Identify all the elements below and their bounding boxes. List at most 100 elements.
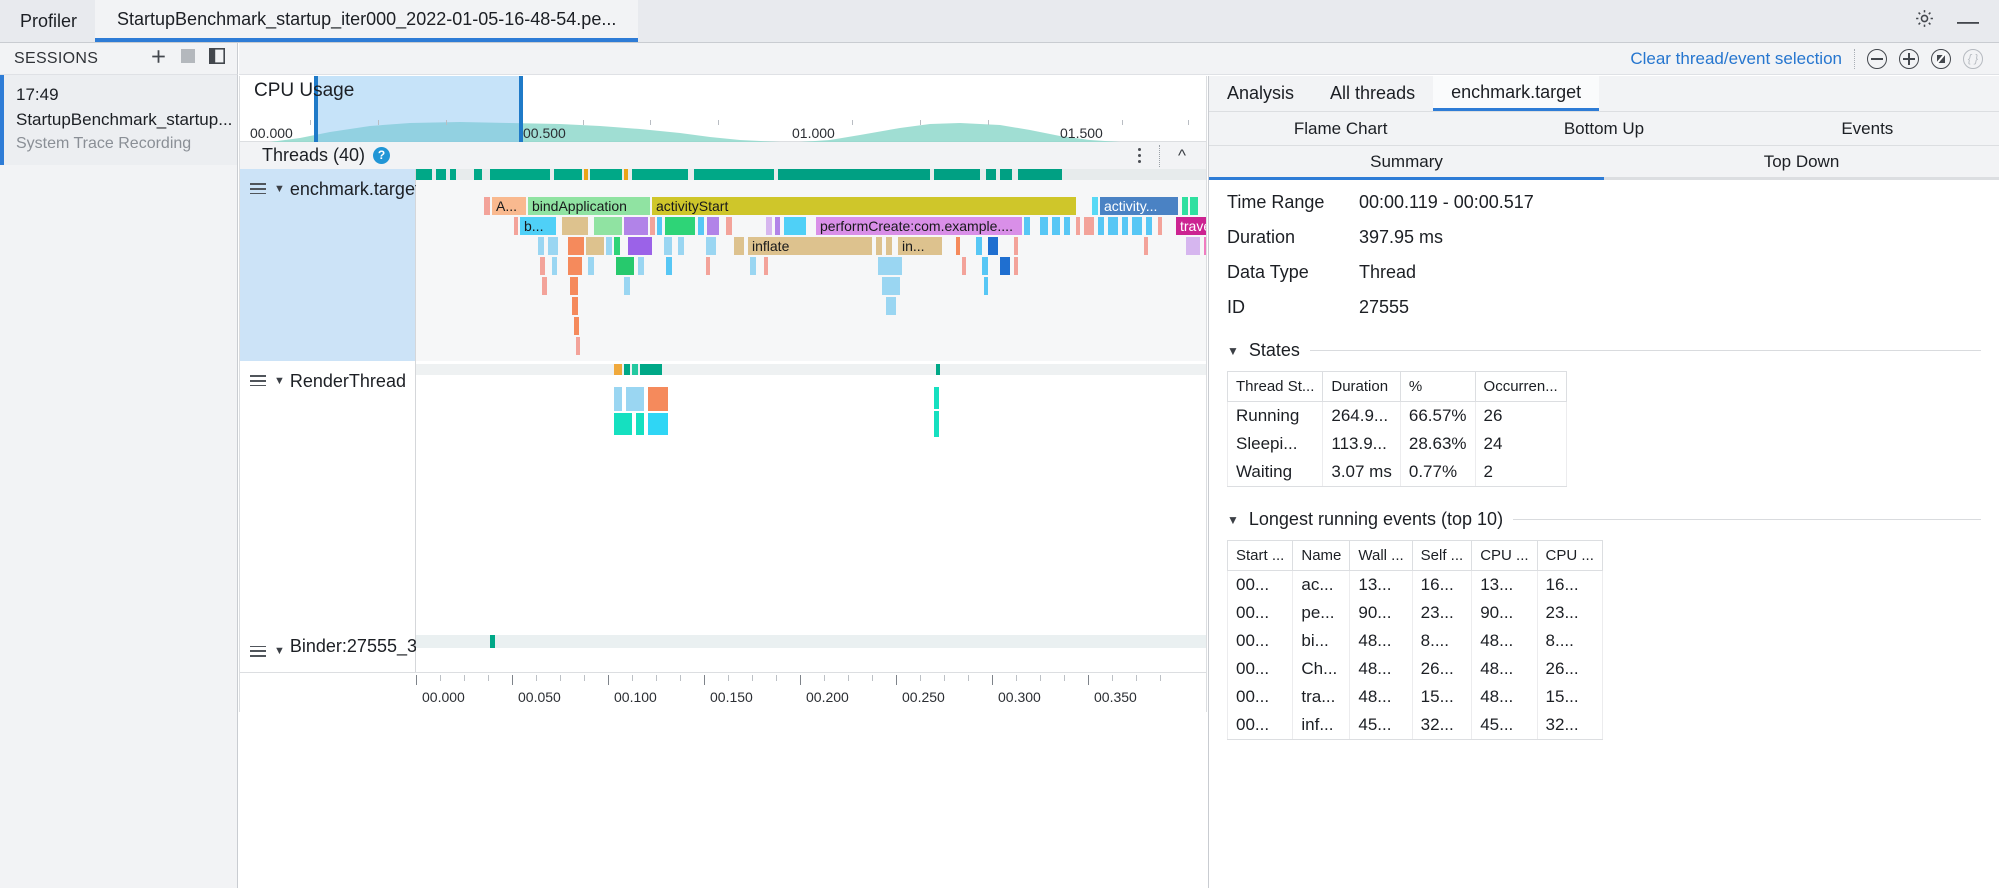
detail-subtab-bar-2: Summary Top Down: [1209, 146, 1999, 180]
cpu-usage-panel[interactable]: CPU Usage 00.000 00.500 01.000 01.500: [239, 76, 1207, 142]
states-table[interactable]: Thread St... Duration % Occurren... Runn…: [1227, 371, 1567, 487]
reset-zoom-icon[interactable]: [1931, 49, 1951, 69]
sessions-list: 17:49 StartupBenchmark_startup... System…: [0, 75, 238, 888]
thread-state-band: [416, 364, 1206, 375]
states-col-occurrences[interactable]: Occurren...: [1475, 372, 1566, 402]
flame-bar[interactable]: b...: [520, 217, 556, 235]
add-session-icon[interactable]: [150, 48, 167, 70]
flame-bar[interactable]: performCreate:com.example....: [816, 217, 1022, 235]
summary-time-range-row: Time Range 00:00.119 - 00:00.517: [1227, 192, 1981, 213]
table-row[interactable]: 00... tra... 48... 15... 48... 15...: [1228, 683, 1603, 711]
flame-bar[interactable]: inflate: [748, 237, 872, 255]
tab-profiler[interactable]: Profiler: [0, 0, 95, 42]
thread-row-enchmark-target[interactable]: ▼ enchmark.target: [240, 169, 1206, 361]
thread-name-label: enchmark.target: [290, 179, 420, 200]
session-item[interactable]: 17:49 StartupBenchmark_startup... System…: [0, 75, 237, 165]
thread-track[interactable]: A... bindApplication activityStart activ…: [416, 169, 1206, 361]
threads-track-area[interactable]: ▼ enchmark.target: [239, 169, 1207, 672]
subtab-top-down[interactable]: Top Down: [1604, 146, 1999, 177]
subtab-summary[interactable]: Summary: [1209, 146, 1604, 177]
tab-all-threads[interactable]: All threads: [1312, 76, 1433, 111]
cell: 90...: [1350, 599, 1412, 627]
table-row[interactable]: Waiting 3.07 ms 0.77% 2: [1228, 458, 1567, 487]
chevron-up-icon[interactable]: ^: [1170, 146, 1194, 166]
table-row[interactable]: 00... bi... 48... 8.... 48... 8....: [1228, 627, 1603, 655]
stop-recording-icon[interactable]: [181, 49, 195, 68]
flame-bar[interactable]: in...: [898, 237, 942, 255]
cell: pe...: [1293, 599, 1350, 627]
window-tab-bar: Profiler StartupBenchmark_startup_iter00…: [0, 0, 1999, 43]
threads-header-divider: [1159, 145, 1160, 167]
longest-events-table[interactable]: Start ... Name Wall ... Self ... CPU ...…: [1227, 540, 1603, 740]
ruler-tick-label: 00.350: [1094, 689, 1137, 705]
subtab-bottom-up[interactable]: Bottom Up: [1472, 112, 1735, 145]
chevron-down-icon[interactable]: ▼: [274, 375, 285, 387]
flame-bar[interactable]: bindApplication: [528, 197, 650, 215]
frame-selection-icon[interactable]: { }: [1963, 49, 1983, 69]
states-col-percent[interactable]: %: [1400, 372, 1475, 402]
flame-bar[interactable]: [484, 197, 490, 215]
flame-bar[interactable]: Choreographe...: [1206, 197, 1207, 215]
subtab-events[interactable]: Events: [1736, 112, 1999, 145]
thread-track[interactable]: [416, 361, 1206, 523]
flame-bar[interactable]: activityStart: [652, 197, 1076, 215]
thread-name-cell[interactable]: ▼ enchmark.target: [240, 169, 416, 361]
table-row[interactable]: 00... Ch... 48... 26... 48... 26...: [1228, 655, 1603, 683]
table-row[interactable]: Sleepi... 113.9... 28.63% 24: [1228, 430, 1567, 458]
tab-enchmark-target[interactable]: enchmark.target: [1433, 76, 1599, 111]
events-col-name[interactable]: Name: [1293, 541, 1350, 571]
subtab-flame-chart[interactable]: Flame Chart: [1209, 112, 1472, 145]
gear-icon[interactable]: [1914, 8, 1935, 34]
chevron-down-icon[interactable]: ▼: [1227, 513, 1239, 527]
thread-name-label: Binder:27555_3: [290, 636, 417, 657]
cell: 45...: [1350, 711, 1412, 740]
kebab-menu-icon[interactable]: [1130, 148, 1149, 163]
cell: 8....: [1412, 627, 1472, 655]
drag-handle-icon[interactable]: [250, 375, 266, 386]
states-section-header[interactable]: ▼ States: [1227, 340, 1981, 361]
zoom-in-icon[interactable]: [1899, 49, 1919, 69]
thread-row-renderthread[interactable]: ▼ RenderThread: [240, 361, 1206, 523]
chevron-down-icon[interactable]: ▼: [274, 645, 285, 657]
chevron-down-icon[interactable]: ▼: [274, 183, 285, 195]
cell: 48...: [1350, 627, 1412, 655]
drag-handle-icon[interactable]: [250, 183, 266, 194]
events-col-self[interactable]: Self ...: [1412, 541, 1472, 571]
zoom-out-icon[interactable]: [1867, 49, 1887, 69]
table-row[interactable]: 00... ac... 13... 16... 13... 16...: [1228, 571, 1603, 600]
events-col-cpu-self[interactable]: CPU ...: [1537, 541, 1602, 571]
events-col-wall[interactable]: Wall ...: [1350, 541, 1412, 571]
thread-name-cell[interactable]: ▼ RenderThread: [240, 361, 416, 523]
thread-row-binder[interactable]: ▼ Binder:27555_3: [240, 523, 1206, 669]
events-col-start[interactable]: Start ...: [1228, 541, 1293, 571]
cell: Sleepi...: [1228, 430, 1323, 458]
table-row[interactable]: Running 264.9... 66.57% 26: [1228, 402, 1567, 431]
chevron-down-icon[interactable]: ▼: [1227, 344, 1239, 358]
thread-track[interactable]: [416, 523, 1206, 669]
cell: 00...: [1228, 599, 1293, 627]
cell: 3.07 ms: [1323, 458, 1400, 487]
events-col-cpu[interactable]: CPU ...: [1472, 541, 1537, 571]
detail-subtab-bar: Flame Chart Bottom Up Events: [1209, 112, 1999, 146]
tab-trace-file[interactable]: StartupBenchmark_startup_iter000_2022-01…: [95, 0, 638, 42]
flame-bar[interactable]: traversal: [1176, 217, 1207, 235]
longest-events-section-header[interactable]: ▼ Longest running events (top 10): [1227, 509, 1981, 530]
minimize-icon[interactable]: [1957, 12, 1979, 30]
states-col-thread-state[interactable]: Thread St...: [1228, 372, 1323, 402]
flame-bar[interactable]: activity...: [1100, 197, 1178, 215]
ruler-tick-label: 00.050: [518, 689, 561, 705]
drag-handle-icon[interactable]: [250, 646, 266, 657]
timeline-ruler[interactable]: 00.000 00.050 00.100 00.150 00.200 00.25…: [239, 672, 1207, 712]
flame-bar[interactable]: m...: [1204, 237, 1207, 255]
toggle-sessions-panel-icon[interactable]: [209, 48, 225, 69]
summary-data-type-value: Thread: [1359, 262, 1981, 283]
flame-bar[interactable]: A...: [492, 197, 526, 215]
thread-name-cell[interactable]: ▼ Binder:27555_3: [240, 523, 416, 669]
clear-thread-event-selection-button[interactable]: Clear thread/event selection: [1630, 49, 1842, 69]
threads-section-header: Threads (40) ? ^: [239, 142, 1207, 169]
table-row[interactable]: 00... pe... 90... 23... 90... 23...: [1228, 599, 1603, 627]
help-icon[interactable]: ?: [373, 147, 390, 164]
states-col-duration[interactable]: Duration: [1323, 372, 1400, 402]
table-row[interactable]: 00... inf... 45... 32... 45... 32...: [1228, 711, 1603, 740]
tab-analysis[interactable]: Analysis: [1209, 76, 1312, 111]
